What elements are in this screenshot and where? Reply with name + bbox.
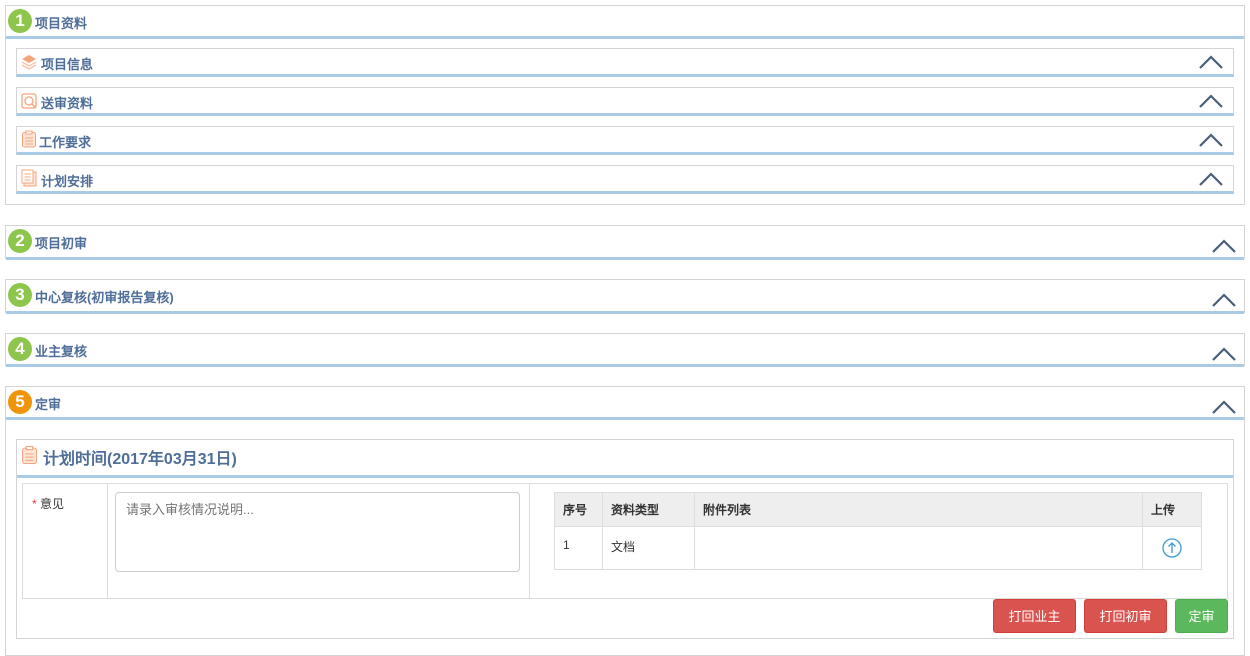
step-badge: 2: [8, 229, 32, 253]
opinion-label-text: 意见: [40, 497, 65, 511]
step-badge: 5: [8, 390, 32, 414]
document-list-icon: [21, 169, 37, 187]
section-header: 4 业主复核: [6, 334, 1244, 367]
subsection-title: 项目信息: [41, 57, 94, 72]
chevron-up-icon[interactable]: [1199, 172, 1223, 186]
subsection-title: 工作要求: [39, 135, 92, 150]
table-row: 1 文档: [554, 526, 1202, 570]
section-title: 项目资料: [35, 16, 88, 31]
step-badge: 4: [8, 337, 32, 361]
chevron-up-icon[interactable]: [1212, 400, 1236, 414]
table-header: 序号 资料类型 附件列表 上传: [554, 492, 1202, 527]
section-owner-review[interactable]: 4 业主复核: [5, 333, 1245, 367]
section-center-review[interactable]: 3 中心复核(初审报告复核): [5, 279, 1245, 314]
opinion-label: * 意见: [32, 495, 64, 512]
plan-header: 计划时间(2017年03月31日): [17, 440, 1233, 478]
section-title: 中心复核(初审报告复核): [35, 290, 174, 305]
subsection-project-info[interactable]: 项目信息: [16, 48, 1234, 77]
clipboard-icon: [21, 130, 37, 148]
section-project-materials: 1 项目资料 项目信息 送审资料 工作要求 计划安排: [5, 5, 1245, 205]
opinion-input[interactable]: [115, 492, 520, 572]
return-to-owner-button[interactable]: 打回业主: [993, 599, 1076, 633]
subsection-title: 送审资料: [41, 96, 94, 111]
chevron-up-icon[interactable]: [1212, 347, 1236, 361]
subsection-submitted-materials[interactable]: 送审资料: [16, 87, 1234, 116]
return-to-initial-button[interactable]: 打回初审: [1084, 599, 1167, 633]
section-title: 项目初审: [35, 236, 88, 251]
col-attachments: 附件列表: [694, 492, 1143, 527]
section-header: 3 中心复核(初审报告复核): [6, 280, 1244, 314]
section-header[interactable]: 1 项目资料: [6, 6, 1244, 39]
col-type: 资料类型: [602, 492, 695, 527]
search-doc-icon: [21, 93, 37, 109]
required-mark: *: [32, 497, 37, 511]
chevron-up-icon[interactable]: [1199, 55, 1223, 69]
section-header: 2 项目初审: [6, 226, 1244, 260]
subsection-work-requirements[interactable]: 工作要求: [16, 126, 1234, 155]
chevron-up-icon[interactable]: [1199, 94, 1223, 108]
approve-button[interactable]: 定审: [1175, 599, 1228, 633]
cell-attachments: [694, 526, 1143, 570]
chevron-up-icon[interactable]: [1212, 293, 1236, 307]
subsection-title: 计划安排: [41, 174, 94, 189]
chevron-up-icon[interactable]: [1199, 133, 1223, 147]
upload-icon[interactable]: [1162, 538, 1182, 558]
cell-type: 文档: [602, 526, 695, 570]
step-badge: 3: [8, 283, 32, 307]
step-badge: 1: [8, 9, 32, 33]
layers-icon: [21, 55, 37, 70]
plan-title: 计划时间(2017年03月31日): [43, 451, 237, 468]
section-initial-review[interactable]: 2 项目初审: [5, 225, 1245, 260]
col-index: 序号: [554, 492, 603, 527]
cell-index: 1: [554, 526, 603, 570]
section-title: 定审: [35, 397, 62, 412]
form-area: * 意见 序号 资料类型 附件列表 上传 1 文档: [22, 483, 1228, 599]
col-upload: 上传: [1142, 492, 1202, 527]
section-title: 业主复核: [35, 344, 88, 359]
section-header[interactable]: 5 定审: [6, 387, 1244, 420]
attachment-table: 序号 资料类型 附件列表 上传 1 文档: [554, 492, 1202, 570]
subsection-schedule[interactable]: 计划安排: [16, 165, 1234, 194]
clipboard-icon: [21, 445, 38, 465]
chevron-up-icon[interactable]: [1212, 239, 1236, 253]
